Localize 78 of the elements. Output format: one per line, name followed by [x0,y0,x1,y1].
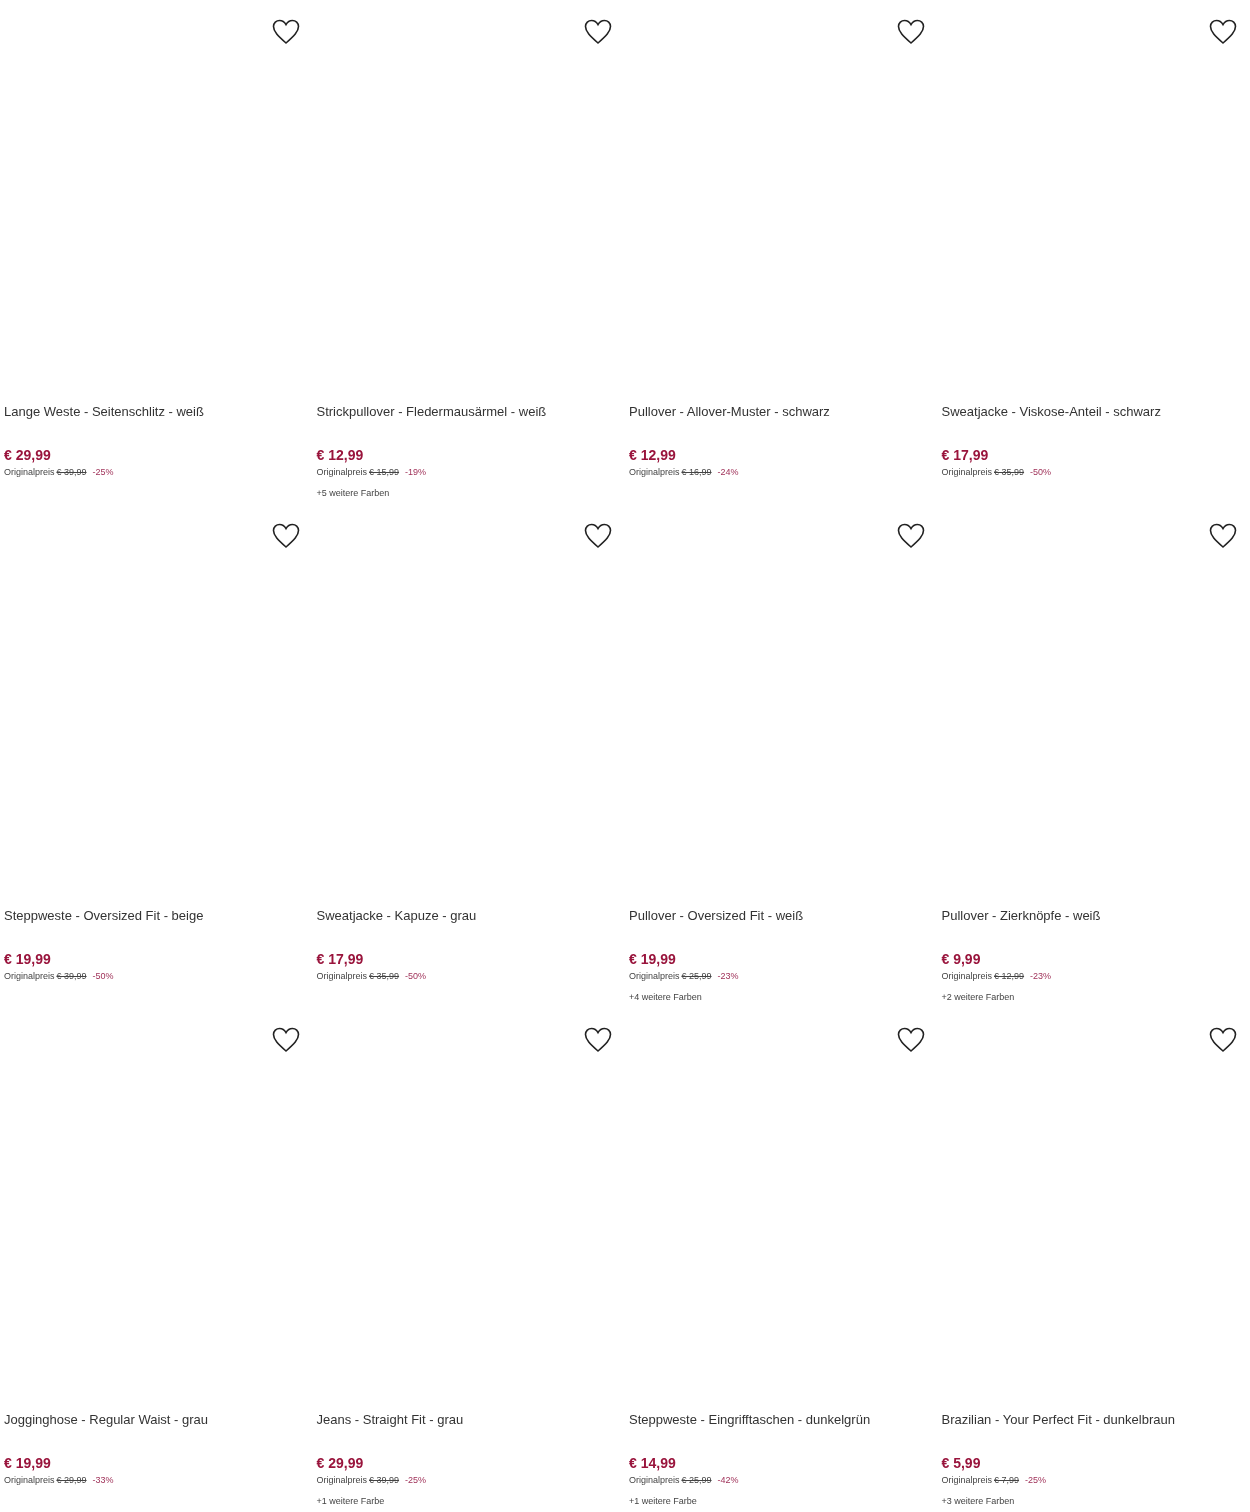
discount-label: -24% [717,466,739,479]
original-price-label: Originalpreis [629,1474,680,1487]
sale-price: € 9,99 [941,950,981,968]
sale-price: € 19,99 [4,1454,51,1472]
discount-label: -25% [92,466,114,479]
original-price: € 39,99 [56,970,87,983]
original-price: € 29,99 [56,1474,87,1487]
sale-price: € 5,99 [941,1454,981,1472]
original-price-label: Originalpreis [316,1474,368,1487]
original-price-label: Originalpreis [316,466,368,479]
heart-icon[interactable] [271,19,300,45]
heart-icon[interactable] [1209,523,1237,549]
sale-price: € 29,99 [316,1454,364,1472]
product-title[interactable]: Brazilian - Your Perfect Fit - dunkelbraun [941,1411,1175,1429]
original-price: € 15,99 [369,466,400,479]
original-price: € 39,99 [369,1474,400,1487]
heart-icon[interactable] [271,523,300,549]
original-price: € 7,99 [994,1474,1020,1487]
product-title[interactable]: Lange Weste - Seitenschlitz - weiß [4,403,204,421]
sale-price: € 17,99 [941,446,989,464]
discount-label: -42% [717,1474,739,1487]
discount-label: -25% [405,1474,427,1487]
discount-label: -19% [405,466,427,479]
original-price-label: Originalpreis [4,970,55,983]
product-title[interactable]: Pullover - Zierknöpfe - weiß [941,907,1101,925]
sale-price: € 29,99 [4,446,51,464]
heart-icon[interactable] [1209,1027,1237,1053]
original-price-label: Originalpreis [629,970,680,983]
discount-label: -50% [405,970,427,983]
product-title[interactable]: Steppweste - Eingrifftaschen - dunkelgrün [629,1411,871,1429]
heart-icon[interactable] [896,1027,925,1053]
more-colors-link[interactable]: +2 weitere Farben [941,990,1015,1004]
original-price: € 16,99 [681,466,712,479]
product-title[interactable]: Jeans - Straight Fit - grau [316,1411,464,1429]
original-price: € 39,99 [56,466,87,479]
original-price-label: Originalpreis [629,466,680,479]
sale-price: € 14,99 [629,1454,676,1472]
more-colors-link[interactable]: +5 weitere Farben [316,486,390,500]
discount-label: -50% [1030,466,1052,479]
heart-icon[interactable] [271,1027,300,1053]
original-price-label: Originalpreis [941,1474,993,1487]
product-title[interactable]: Pullover - Allover-Muster - schwarz [629,403,830,421]
product-title[interactable]: Sweatjacke - Kapuze - grau [316,907,477,925]
discount-label: -23% [717,970,739,983]
more-colors-link[interactable]: +4 weitere Farben [629,990,702,1004]
product-title[interactable]: Sweatjacke - Viskose-Anteil - schwarz [941,403,1161,421]
discount-label: -23% [1030,970,1052,983]
original-price-label: Originalpreis [941,466,993,479]
more-colors-link[interactable]: +3 weitere Farben [941,1494,1015,1508]
original-price-label: Originalpreis [941,970,993,983]
sale-price: € 17,99 [316,950,364,968]
discount-label: -50% [92,970,114,983]
original-price: € 12,99 [994,970,1025,983]
original-price-label: Originalpreis [316,970,368,983]
product-title[interactable]: Strickpullover - Fledermausärmel - weiß [316,403,547,421]
heart-icon[interactable] [896,523,925,549]
sale-price: € 19,99 [629,950,676,968]
original-price: € 25,99 [681,1474,712,1487]
product-title[interactable]: Jogginghose - Regular Waist - grau [4,1411,208,1429]
original-price: € 35,99 [369,970,400,983]
original-price: € 35,99 [994,466,1025,479]
product-title[interactable]: Steppweste - Oversized Fit - beige [4,907,204,925]
sale-price: € 12,99 [629,446,676,464]
more-colors-link[interactable]: +1 weitere Farbe [629,1494,697,1508]
heart-icon[interactable] [584,523,612,549]
original-price-label: Originalpreis [4,466,55,479]
sale-price: € 12,99 [316,446,364,464]
original-price-label: Originalpreis [4,1474,55,1487]
heart-icon[interactable] [584,1027,612,1053]
heart-icon[interactable] [1209,19,1237,45]
heart-icon[interactable] [896,19,925,45]
more-colors-link[interactable]: +1 weitere Farbe [316,1494,385,1508]
original-price: € 25,99 [681,970,712,983]
product-title[interactable]: Pullover - Oversized Fit - weiß [629,907,804,925]
sale-price: € 19,99 [4,950,51,968]
discount-label: -33% [92,1474,114,1487]
discount-label: -25% [1025,1474,1047,1487]
heart-icon[interactable] [584,19,612,45]
